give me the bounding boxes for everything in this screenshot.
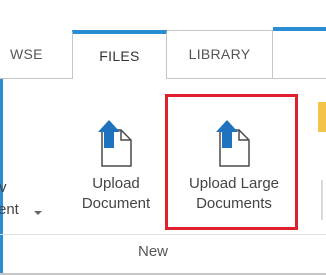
tab-library[interactable]: LIBRARY bbox=[167, 30, 273, 79]
highlight-box bbox=[165, 94, 298, 230]
tab-files[interactable]: FILES bbox=[72, 30, 167, 80]
tab-browse[interactable]: WSE bbox=[0, 30, 64, 79]
upload-document-icon bbox=[98, 120, 132, 167]
command-label: ent bbox=[0, 201, 19, 218]
ribbon-screenshot: WSE FILES LIBRARY v ent Upload Document … bbox=[0, 0, 326, 275]
ribbon-tab-strip: WSE FILES LIBRARY bbox=[0, 0, 326, 80]
command-label: v bbox=[0, 179, 7, 196]
partial-command bbox=[318, 180, 326, 220]
partial-command-icon bbox=[318, 102, 326, 132]
group-label-new: New bbox=[137, 243, 168, 260]
upload-document-button[interactable]: Upload Document bbox=[66, 118, 166, 226]
partial-command-label bbox=[321, 180, 323, 220]
command-label: Upload bbox=[92, 175, 140, 192]
group-separator bbox=[0, 234, 326, 235]
command-label: Document bbox=[81, 195, 151, 212]
tab-next-accent bbox=[273, 27, 326, 31]
dropdown-arrow-icon bbox=[34, 211, 42, 215]
